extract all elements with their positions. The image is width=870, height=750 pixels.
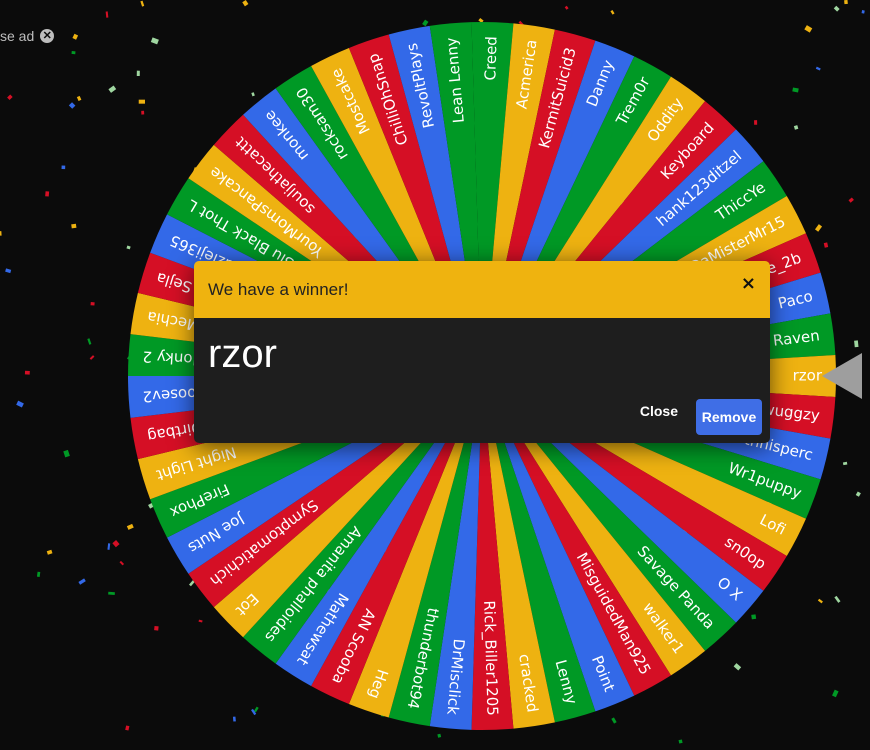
confetti-piece (136, 70, 140, 77)
confetti-piece (844, 0, 848, 5)
confetti-piece (72, 33, 79, 40)
confetti-piece (89, 355, 95, 360)
confetti-piece (108, 85, 117, 93)
app-stage: Creed Acmerica KermitSuicid3 Danny Trem0r Odd… (0, 0, 870, 750)
confetti-piece (792, 87, 799, 93)
confetti-piece (242, 0, 249, 7)
confetti-piece (5, 268, 12, 274)
confetti-piece (90, 302, 95, 306)
confetti-piece (36, 571, 41, 577)
winner-dialog: We have a winner! × rzor Close Remove (194, 261, 770, 443)
confetti-piece (24, 370, 30, 375)
confetti-piece (834, 595, 841, 603)
confetti-piece (126, 245, 131, 250)
confetti-piece (833, 5, 840, 12)
confetti-piece (564, 5, 569, 10)
confetti-piece (842, 461, 848, 466)
confetti-piece (854, 340, 859, 348)
confetti-piece (817, 598, 823, 604)
confetti-piece (861, 10, 865, 14)
dialog-header: We have a winner! × (194, 261, 770, 318)
confetti-piece (232, 716, 236, 722)
confetti-piece (105, 11, 109, 18)
dialog-body: rzor Close Remove (194, 318, 770, 443)
close-ad-button[interactable]: se ad ✕ (0, 28, 55, 44)
winner-name: rzor (208, 332, 277, 376)
confetti-piece (198, 619, 203, 623)
close-ad-label: se ad (0, 28, 35, 44)
confetti-piece (126, 523, 134, 530)
close-button[interactable]: Close (640, 395, 678, 427)
confetti-piece (141, 110, 145, 115)
wheel-entry-label: Creed (481, 36, 500, 81)
confetti-piece (793, 125, 799, 130)
confetti-piece (154, 625, 159, 631)
confetti-piece (855, 491, 861, 497)
confetti-piece (107, 543, 111, 550)
confetti-piece (437, 733, 442, 738)
confetti-piece (814, 224, 823, 232)
confetti-piece (68, 102, 76, 109)
confetti-piece (46, 549, 53, 555)
confetti-piece (71, 223, 77, 229)
confetti-piece (112, 540, 120, 548)
confetti-piece (733, 663, 742, 671)
confetti-piece (108, 591, 115, 595)
confetti-piece (751, 614, 757, 620)
confetti-piece (678, 739, 683, 744)
confetti-piece (0, 231, 2, 236)
confetti-piece (823, 242, 829, 248)
confetti-piece (16, 400, 24, 408)
confetti-piece (754, 120, 758, 125)
dialog-title: We have a winner! (208, 280, 349, 299)
confetti-piece (422, 19, 429, 27)
confetti-piece (87, 338, 92, 345)
confetti-piece (125, 725, 130, 731)
confetti-piece (61, 165, 66, 170)
confetti-piece (78, 578, 86, 585)
confetti-piece (832, 689, 839, 698)
remove-button[interactable]: Remove (696, 399, 762, 435)
confetti-piece (7, 94, 13, 100)
confetti-piece (71, 51, 76, 55)
confetti-piece (815, 66, 821, 71)
confetti-piece (119, 560, 125, 566)
confetti-piece (251, 92, 255, 97)
confetti-piece (611, 717, 617, 724)
confetti-piece (76, 95, 82, 102)
confetti-piece (804, 25, 813, 33)
confetti-piece (848, 197, 854, 203)
close-icon[interactable]: × (741, 273, 756, 294)
confetti-piece (63, 449, 70, 458)
confetti-piece (140, 0, 145, 7)
close-circle-icon: ✕ (40, 29, 55, 43)
confetti-piece (150, 37, 159, 45)
wheel-entry-label: rzor (793, 367, 823, 385)
confetti-piece (138, 99, 145, 104)
confetti-piece (610, 10, 615, 15)
confetti-piece (45, 191, 50, 197)
